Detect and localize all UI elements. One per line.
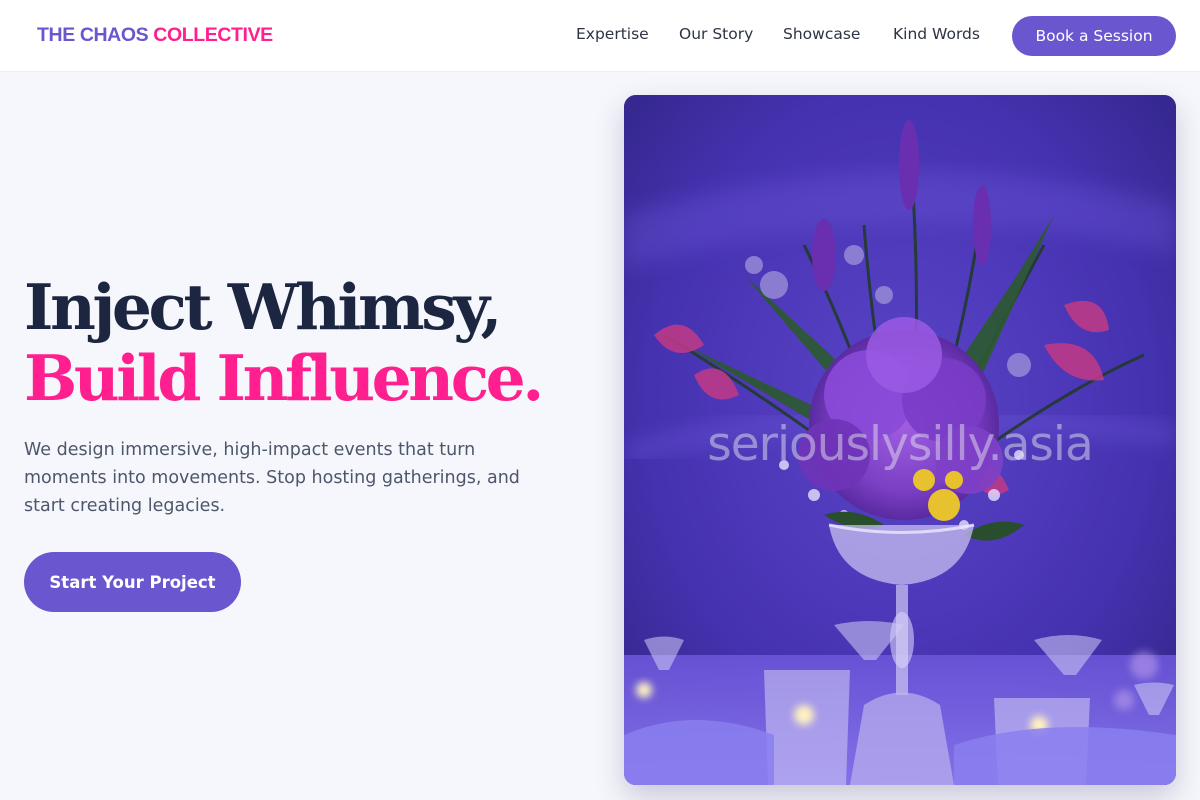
brand-logo[interactable]: THE CHAOS COLLECTIVE	[37, 24, 273, 47]
brand-logo-part2: COLLECTIVE	[153, 24, 273, 46]
hero-headline-line2: Build Influence.	[24, 341, 544, 415]
hero-description: We design immersive, high-impact events …	[24, 440, 520, 516]
nav-link-expertise[interactable]: Expertise	[576, 25, 649, 43]
top-navigation-bar: THE CHAOS COLLECTIVE Expertise Our Story…	[0, 0, 1200, 72]
hero-image: seriouslysilly.asia	[624, 95, 1176, 785]
nav-link-showcase[interactable]: Showcase	[783, 25, 860, 43]
nav-link-kind-words[interactable]: Kind Words	[893, 25, 980, 43]
image-watermark: seriouslysilly.asia	[707, 417, 1094, 472]
brand-logo-part1: THE CHAOS	[37, 24, 149, 46]
start-project-button[interactable]: Start Your Project	[24, 552, 241, 612]
hero-headline-line1: Inject Whimsy,	[24, 270, 502, 344]
nav-link-our-story[interactable]: Our Story	[679, 25, 753, 43]
book-session-button[interactable]: Book a Session	[1012, 16, 1176, 56]
hero-headline: Inject Whimsy, Build Influence.	[24, 270, 544, 415]
